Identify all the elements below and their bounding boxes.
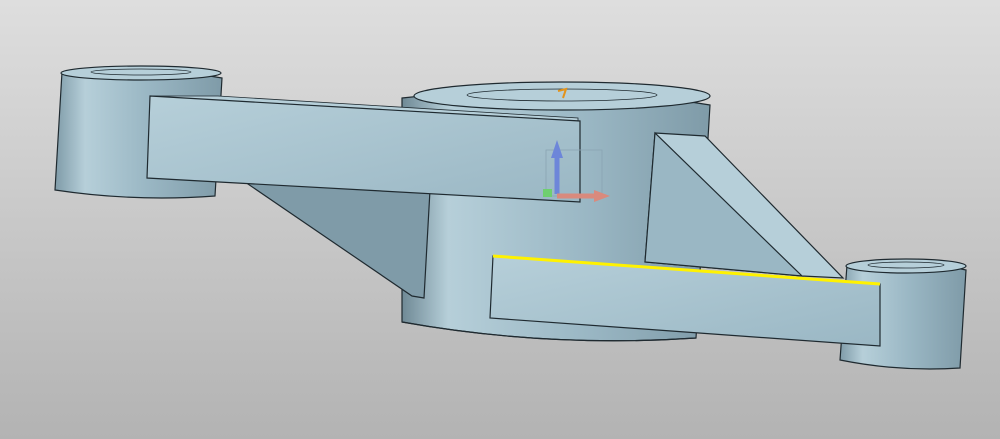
model-canvas[interactable]	[0, 0, 1000, 439]
left-boss-top-face	[60, 65, 222, 81]
right-boss-top-face	[845, 258, 967, 274]
3d-viewport[interactable]	[0, 0, 1000, 439]
hub-top-face	[413, 81, 711, 111]
y-axis-marker	[543, 189, 552, 197]
